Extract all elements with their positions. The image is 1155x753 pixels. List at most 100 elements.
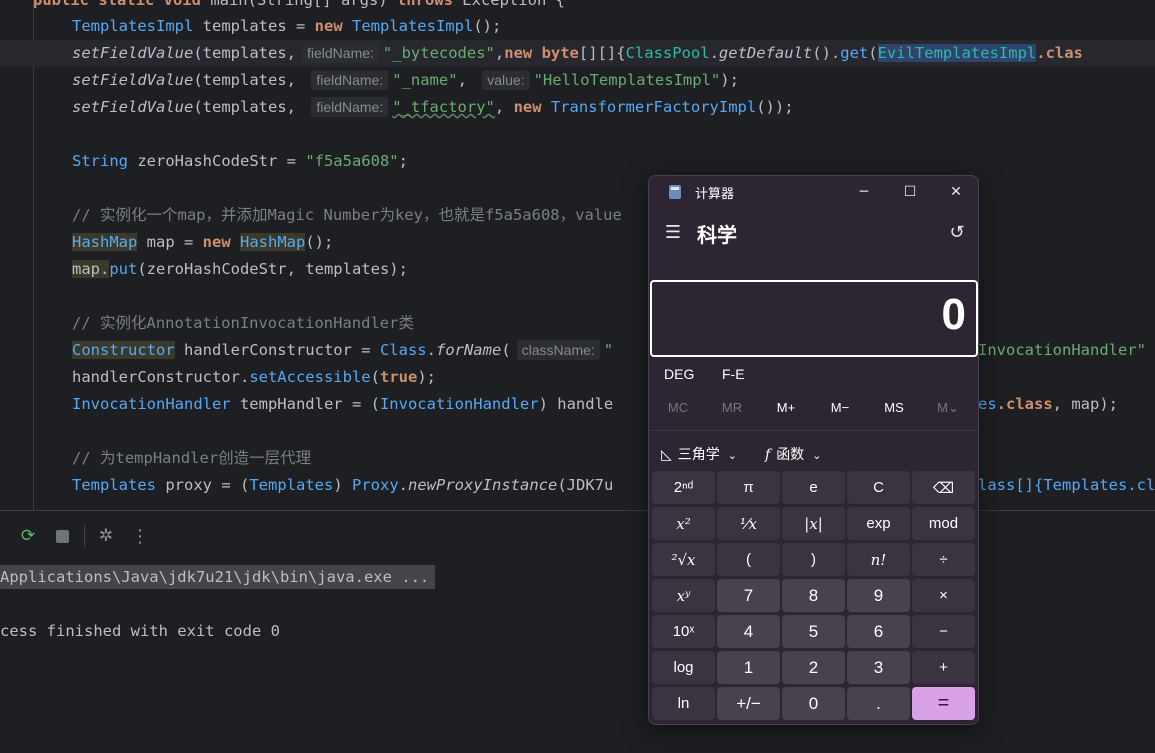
code-line-setaccessible[interactable]: handlerConstructor.setAccessible(true); xyxy=(72,364,436,391)
digit-2-key[interactable]: 2 xyxy=(782,651,845,684)
code-line-main[interactable]: public static void main(String[] args) t… xyxy=(33,0,565,14)
param-hint: fieldName: xyxy=(301,43,379,63)
memory-list-button[interactable]: M⌄ xyxy=(921,400,975,416)
code-editor[interactable]: public static void main(String[] args) t… xyxy=(0,0,1155,510)
second-function-key[interactable]: 2ⁿᵈ xyxy=(652,471,715,504)
code-line-hashmap[interactable]: HashMap map = new HashMap(); xyxy=(72,229,333,256)
triangle-icon: ◺ xyxy=(661,447,672,463)
multiply-key[interactable]: × xyxy=(912,579,975,612)
debug-icon[interactable]: ✲ xyxy=(95,525,117,547)
pi-key[interactable]: π xyxy=(717,471,780,504)
code-comment-proxy[interactable]: // 为tempHandler创造一层代理 xyxy=(72,445,311,472)
code-line-tfactory[interactable]: setFieldValue(templates, fieldName: "_tfa… xyxy=(72,94,794,121)
code-line-templates[interactable]: TemplatesImpl templates = new TemplatesI… xyxy=(72,13,501,40)
code-line-name[interactable]: setFieldValue(templates, fieldName: "_nam… xyxy=(72,67,739,94)
log-key[interactable]: log xyxy=(652,651,715,684)
digit-7-key[interactable]: 7 xyxy=(717,579,780,612)
calculator-window: 计算器 ─ ☐ ✕ ☰ 科学 ↺ 0 DEG F-E MC MR M+ M− M… xyxy=(648,175,979,725)
code-line-hashstr[interactable]: String zeroHashCodeStr = "f5a5a608"; xyxy=(72,148,408,175)
clear-key[interactable]: C xyxy=(847,471,910,504)
divide-key[interactable]: ÷ xyxy=(912,543,975,576)
param-hint: fieldName: xyxy=(311,70,389,90)
memory-store-button[interactable]: MS xyxy=(867,400,921,415)
square-root-key[interactable]: ²√x xyxy=(652,543,715,576)
code-comment-handler[interactable]: // 实例化AnnotationInvocationHandler类 xyxy=(72,310,414,337)
open-paren-key[interactable]: ( xyxy=(717,543,780,576)
param-hint: fieldName: xyxy=(311,97,389,117)
trigonometry-dropdown[interactable]: ◺ 三角学 ⌄ xyxy=(661,444,737,464)
function-dropdown[interactable]: f 函数 ⌄ xyxy=(765,444,821,464)
exp-key[interactable]: exp xyxy=(847,507,910,540)
euler-key[interactable]: e xyxy=(782,471,845,504)
square-key[interactable]: x² xyxy=(652,507,715,540)
code-comment-map[interactable]: // 实例化一个map，并添加Magic Number为key，也就是f5a5a… xyxy=(72,202,622,229)
function-dropdown-row: ◺ 三角学 ⌄ f 函数 ⌄ xyxy=(649,440,978,466)
digit-6-key[interactable]: 6 xyxy=(847,615,910,648)
decimal-key[interactable]: . xyxy=(847,687,910,720)
code-line-constructor[interactable]: Constructor handlerConstructor = Class.f… xyxy=(72,337,613,364)
code-line-constructor-tail[interactable]: InvocationHandler" xyxy=(978,337,1146,364)
code-line-put[interactable]: map.put(zeroHashCodeStr, templates); xyxy=(72,256,408,283)
digit-3-key[interactable]: 3 xyxy=(847,651,910,684)
memory-subtract-button[interactable]: M− xyxy=(813,400,867,415)
run-toolbar: ⟳ ✲ ⋮ xyxy=(0,511,1155,561)
digit-5-key[interactable]: 5 xyxy=(782,615,845,648)
code-line-temphandler[interactable]: InvocationHandler tempHandler = (Invocat… xyxy=(72,391,613,418)
backspace-key[interactable]: ⌫ xyxy=(912,471,975,504)
calculator-titlebar[interactable]: 计算器 ─ ☐ ✕ xyxy=(649,176,978,208)
minimize-button[interactable]: ─ xyxy=(841,176,887,208)
keypad: 2ⁿᵈ π e C ⌫ x² ¹⁄x |x| exp mod ²√x ( ) n… xyxy=(652,471,975,723)
indent-guide xyxy=(33,0,34,510)
param-hint: value: xyxy=(482,70,530,90)
calculator-header: ☰ 科学 ↺ xyxy=(649,214,978,254)
maximize-button[interactable]: ☐ xyxy=(887,176,933,208)
function-icon: f xyxy=(765,447,771,463)
more-options-icon[interactable]: ⋮ xyxy=(129,525,151,547)
code-line-proxy-tail[interactable]: lass[]{Templates.cl xyxy=(978,472,1155,499)
toolbar-divider xyxy=(84,525,85,547)
memory-add-button[interactable]: M+ xyxy=(759,400,813,415)
absolute-value-key[interactable]: |x| xyxy=(782,507,845,540)
divider xyxy=(649,430,978,431)
code-line-proxy[interactable]: Templates proxy = (Templates) Proxy.newP… xyxy=(72,472,613,499)
hamburger-menu-icon[interactable]: ☰ xyxy=(663,220,683,244)
reciprocal-key[interactable]: ¹⁄x xyxy=(717,507,780,540)
calculator-display: 0 xyxy=(650,280,978,357)
subtract-key[interactable]: − xyxy=(912,615,975,648)
history-icon[interactable]: ↺ xyxy=(946,221,968,243)
window-title: 计算器 xyxy=(695,186,735,201)
digit-9-key[interactable]: 9 xyxy=(847,579,910,612)
stop-icon[interactable] xyxy=(51,525,73,547)
rerun-icon[interactable]: ⟳ xyxy=(17,525,39,547)
code-line-bytecodes[interactable]: setFieldValue(templates, fieldName: "_byte… xyxy=(72,40,1083,67)
ln-key[interactable]: ln xyxy=(652,687,715,720)
digit-8-key[interactable]: 8 xyxy=(782,579,845,612)
memory-recall-button[interactable]: MR xyxy=(705,400,759,415)
param-hint: className: xyxy=(516,340,600,360)
deg-button[interactable]: DEG xyxy=(664,366,694,382)
add-key[interactable]: + xyxy=(912,651,975,684)
mode-title: 科学 xyxy=(697,225,737,247)
digit-4-key[interactable]: 4 xyxy=(717,615,780,648)
factorial-key[interactable]: n! xyxy=(847,543,910,576)
digit-0-key[interactable]: 0 xyxy=(782,687,845,720)
fe-button[interactable]: F-E xyxy=(722,366,745,382)
ten-power-key[interactable]: 10ˣ xyxy=(652,615,715,648)
negate-key[interactable]: +/− xyxy=(717,687,780,720)
digit-1-key[interactable]: 1 xyxy=(717,651,780,684)
run-panel: ⟳ ✲ ⋮ Applications\Java\jdk7u21\jdk\bin\… xyxy=(0,510,1155,753)
code-line-temphandler-tail[interactable]: es.class, map); xyxy=(978,391,1118,418)
run-command-line[interactable]: Applications\Java\jdk7u21\jdk\bin\java.e… xyxy=(0,565,436,589)
mod-key[interactable]: mod xyxy=(912,507,975,540)
power-key[interactable]: xʸ xyxy=(652,579,715,612)
memory-clear-button[interactable]: MC xyxy=(651,400,705,415)
equals-key[interactable]: = xyxy=(912,687,975,720)
display-value: 0 xyxy=(941,290,966,339)
chevron-down-icon: ⌄ xyxy=(727,449,737,462)
chevron-down-icon: ⌄ xyxy=(812,449,822,462)
memory-row: MC MR M+ M− MS M⌄ xyxy=(649,398,978,422)
angle-mode-row: DEG F-E xyxy=(649,364,978,390)
close-paren-key[interactable]: ) xyxy=(782,543,845,576)
close-button[interactable]: ✕ xyxy=(933,176,978,208)
run-output-text: cess finished with exit code 0 xyxy=(0,622,280,640)
